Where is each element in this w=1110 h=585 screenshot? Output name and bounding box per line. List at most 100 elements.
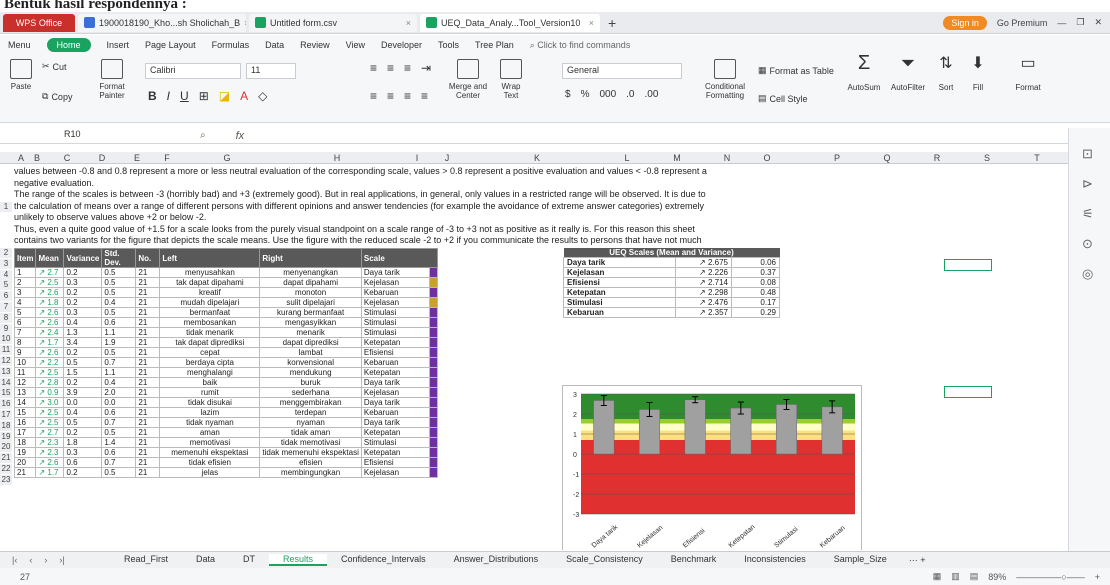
row-header[interactable]: 21 xyxy=(0,453,12,464)
table-cell[interactable]: ↗ 3.0 xyxy=(35,397,65,408)
column-header[interactable]: H xyxy=(330,152,344,164)
table-cell[interactable]: ↗ 2.3 xyxy=(35,437,65,448)
summary-row[interactable]: Daya tarik ↗ 2.675 0.06 xyxy=(563,257,780,268)
table-row[interactable]: 4 ↗ 1.8 0.2 0.4 21 mudah dipelajari sulit dipe… xyxy=(13,297,438,308)
column-header[interactable]: I xyxy=(410,152,424,164)
summary-mean[interactable]: ↗ 2.226 xyxy=(675,267,732,278)
fill-color-icon[interactable]: ◪ xyxy=(219,89,230,103)
wps-office-tab[interactable]: WPS Office xyxy=(3,13,75,32)
column-header[interactable]: P xyxy=(830,152,844,164)
table-cell[interactable]: berdaya cipta xyxy=(159,357,261,368)
column-header[interactable]: D xyxy=(95,152,109,164)
history-icon[interactable]: ⊙ xyxy=(1082,236,1093,252)
wrap-text-button[interactable]: Wrap Text xyxy=(494,59,528,100)
row-header[interactable]: 11 xyxy=(0,345,12,356)
close-window-icon[interactable]: ✕ xyxy=(1094,17,1102,28)
table-cell[interactable]: efisien xyxy=(259,457,362,468)
column-header[interactable]: R xyxy=(930,152,944,164)
sheet-tab-sample-size[interactable]: Sample_Size xyxy=(820,554,901,566)
cut-button[interactable]: ✂ Cut xyxy=(42,61,67,72)
column-header[interactable]: E xyxy=(130,152,144,164)
table-cell[interactable]: 0.2 xyxy=(63,377,103,388)
table-cell[interactable]: ↗ 2.3 xyxy=(35,447,65,458)
table-cell[interactable]: 0.7 xyxy=(101,357,137,368)
table-cell[interactable]: 0.5 xyxy=(101,267,137,278)
row-header[interactable]: 1 xyxy=(0,202,12,212)
row-header[interactable]: 23 xyxy=(0,474,12,485)
table-cell[interactable]: tak dapat dipahami xyxy=(159,277,261,288)
table-cell[interactable]: 5 xyxy=(13,307,37,318)
table-cell[interactable]: 0.6 xyxy=(101,407,137,418)
menu-item-insert[interactable]: Insert xyxy=(107,40,130,50)
align-right-icon[interactable]: ≡ xyxy=(404,89,411,103)
table-cell[interactable]: ↗ 2.5 xyxy=(35,277,65,288)
table-cell[interactable]: 0.5 xyxy=(101,307,137,318)
summary-scale-label[interactable]: Kejelasan xyxy=(563,267,676,278)
table-cell[interactable]: Daya tarik xyxy=(360,267,430,278)
column-header[interactable]: J xyxy=(440,152,454,164)
column-header[interactable]: L xyxy=(620,152,634,164)
row-header[interactable]: 13 xyxy=(0,366,12,377)
table-cell[interactable]: ↗ 2.6 xyxy=(35,317,65,328)
table-cell[interactable]: 0.7 xyxy=(101,417,137,428)
table-cell[interactable]: aman xyxy=(159,427,261,438)
table-cell[interactable]: 0.3 xyxy=(63,447,103,458)
column-header[interactable]: N xyxy=(720,152,734,164)
table-row[interactable]: 13 ↗ 0.9 3.9 2.0 21 rumit sederhana Kejelasan xyxy=(13,387,438,398)
column-header[interactable]: G xyxy=(220,152,234,164)
table-cell[interactable]: 8 xyxy=(13,337,37,348)
table-cell[interactable]: 21 xyxy=(135,417,161,428)
table-cell[interactable]: 0.4 xyxy=(63,317,103,328)
summary-variance[interactable]: 0.08 xyxy=(731,277,780,288)
conditional-formatting-button[interactable]: Conditional Formatting xyxy=(700,59,750,100)
table-cell[interactable]: tidak menarik xyxy=(159,327,261,338)
table-cell[interactable]: ↗ 2.6 xyxy=(35,287,65,298)
sheet-tab-inconsistencies[interactable]: Inconsistencies xyxy=(730,554,820,566)
table-cell[interactable]: membingungkan xyxy=(259,467,362,478)
font-color-icon[interactable]: A xyxy=(240,89,248,103)
table-cell[interactable]: 0.0 xyxy=(101,397,137,408)
table-cell[interactable]: jelas xyxy=(159,467,261,478)
summary-scale-label[interactable]: Stimulasi xyxy=(563,297,676,308)
menu-item-data[interactable]: Data xyxy=(265,40,284,50)
table-cell[interactable]: terdepan xyxy=(259,407,362,418)
table-row[interactable]: 16 ↗ 2.5 0.5 0.7 21 tidak nyaman nyaman Daya ta… xyxy=(13,417,438,428)
row-header[interactable]: 22 xyxy=(0,464,12,474)
table-cell[interactable]: 0.5 xyxy=(101,467,137,478)
table-cell[interactable]: buruk xyxy=(259,377,362,388)
underline-icon[interactable]: U xyxy=(180,89,189,103)
table-row[interactable]: 15 ↗ 2.5 0.4 0.6 21 lazim terdepan Kebaruan xyxy=(13,407,438,418)
table-row[interactable]: 7 ↗ 2.4 1.3 1.1 21 tidak menarik menarik Stimul… xyxy=(13,327,438,338)
summary-row[interactable]: Efisiensi ↗ 2.714 0.08 xyxy=(563,277,780,288)
row-header[interactable]: 7 xyxy=(0,302,12,312)
table-cell[interactable]: Stimulasi xyxy=(360,317,430,328)
table-cell[interactable]: mengasyikkan xyxy=(259,317,362,328)
table-cell[interactable]: baik xyxy=(159,377,261,388)
table-cell[interactable]: tak dapat diprediksi xyxy=(159,337,261,348)
sign-in-button[interactable]: Sign in xyxy=(943,15,987,30)
table-cell[interactable]: Kejelasan xyxy=(360,467,430,478)
table-cell[interactable]: 0.5 xyxy=(63,417,103,428)
row-header[interactable]: 8 xyxy=(0,312,12,323)
table-cell[interactable]: 0.2 xyxy=(63,267,103,278)
table-cell[interactable]: 0.5 xyxy=(101,277,137,288)
row-header[interactable]: 2 xyxy=(0,248,12,258)
table-cell[interactable]: kreatif xyxy=(159,287,261,298)
table-cell[interactable]: ↗ 2.7 xyxy=(35,267,65,278)
align-bottom-icon[interactable]: ≡ xyxy=(404,61,411,75)
table-cell[interactable]: 0.2 xyxy=(63,467,103,478)
table-cell[interactable]: 20 xyxy=(13,457,37,468)
table-cell[interactable]: Ketepatan xyxy=(360,367,430,378)
table-cell[interactable]: 21 xyxy=(135,457,161,468)
command-search[interactable]: ⌕ Click to find commands xyxy=(530,40,631,51)
table-cell[interactable]: 1.4 xyxy=(101,437,137,448)
selected-cell[interactable] xyxy=(944,259,992,271)
name-box[interactable]: R10 xyxy=(60,129,180,143)
italic-icon[interactable]: I xyxy=(167,89,170,103)
fx-icon[interactable]: fx xyxy=(236,130,245,142)
align-center-icon[interactable]: ≡ xyxy=(387,89,394,103)
table-cell[interactable]: 18 xyxy=(13,437,37,448)
menu-item-formulas[interactable]: Formulas xyxy=(212,40,250,50)
table-cell[interactable]: 0.4 xyxy=(63,407,103,418)
row-header[interactable]: 20 xyxy=(0,442,12,453)
